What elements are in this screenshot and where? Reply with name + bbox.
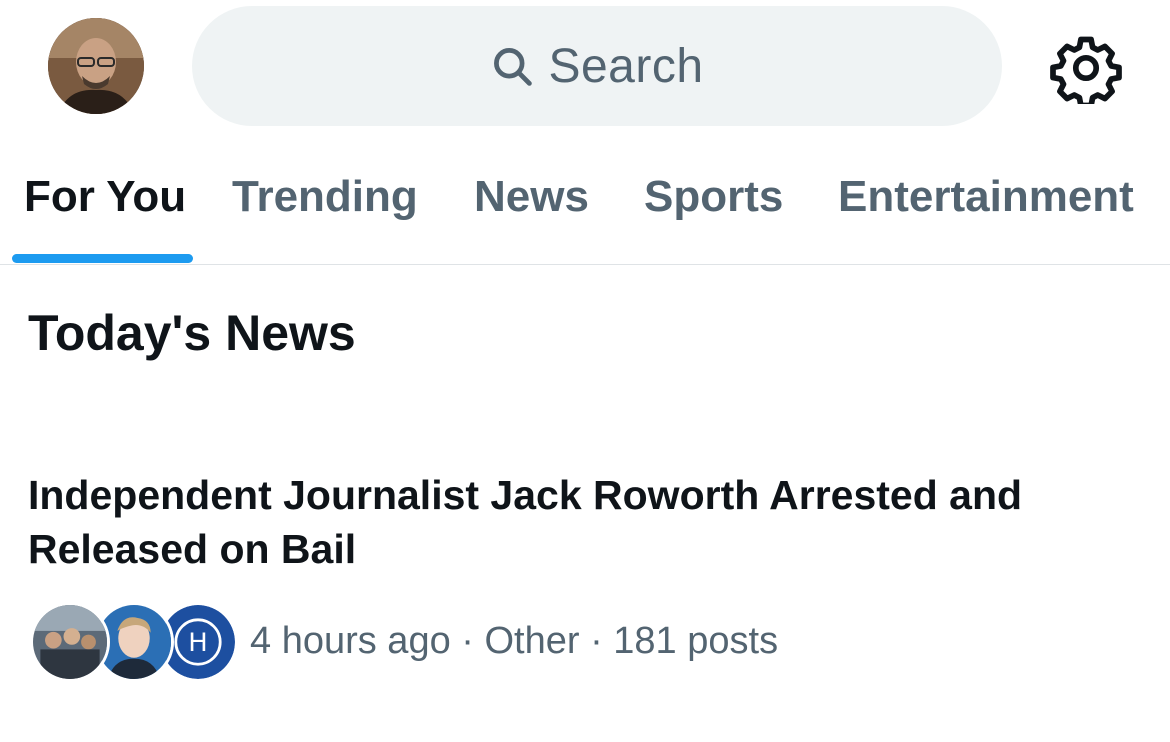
tab-bar: For You Trending News Sports Entertainme… (0, 150, 1170, 265)
search-placeholder: Search (548, 39, 704, 93)
search-bar[interactable]: Search (192, 6, 1002, 126)
profile-avatar[interactable] (48, 18, 144, 114)
tab-sports[interactable]: Sports (644, 172, 783, 222)
tab-entertainment[interactable]: Entertainment (838, 172, 1134, 222)
section-title: Today's News (28, 305, 356, 361)
tab-for-you[interactable]: For You (24, 172, 186, 222)
svg-text:H: H (188, 628, 207, 658)
news-meta-row[interactable]: H 4 hours ago · Other · 181 posts (30, 600, 1130, 684)
top-bar: Search (0, 0, 1170, 140)
active-tab-indicator (12, 254, 193, 263)
news-meta: 4 hours ago · Other · 181 posts (250, 620, 779, 662)
search-icon (494, 48, 533, 86)
gear-icon[interactable] (1050, 32, 1122, 104)
news-headline[interactable]: Independent Journalist Jack Roworth Arre… (28, 468, 1138, 576)
tab-news[interactable]: News (474, 172, 589, 222)
profile-avatar-image (48, 18, 144, 114)
tab-trending[interactable]: Trending (232, 172, 418, 222)
group-photo-avatar (30, 602, 110, 682)
